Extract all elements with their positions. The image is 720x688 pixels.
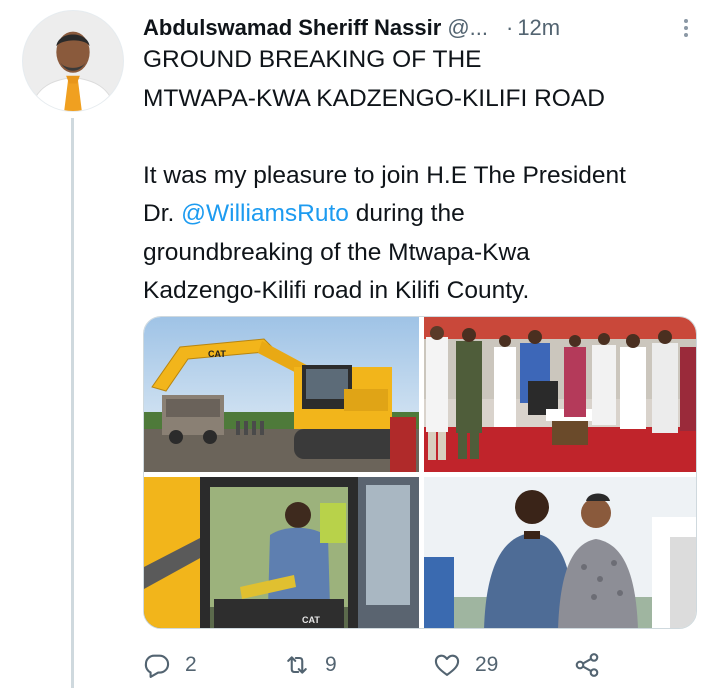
tweet-body-line: Dr. @WilliamsRuto during the <box>143 195 708 234</box>
header-separator: · <box>505 15 514 40</box>
like-button[interactable]: 29 <box>433 648 498 682</box>
like-count: 29 <box>475 653 499 676</box>
tweet-header: Abdulswamad Sheriff Nassir @... · 12m <box>143 12 720 44</box>
tweet-body-line: groundbreaking of the Mtwapa-Kwa <box>143 238 530 266</box>
avatar-photo <box>23 11 123 111</box>
body-text: Dr. <box>143 200 182 227</box>
cat-badge: CAT <box>302 615 320 625</box>
tweet-text: GROUND BREAKING OF THE MTWAPA-KWA KADZEN… <box>143 41 708 311</box>
body-text: during the <box>348 200 465 227</box>
more-vertical-icon[interactable] <box>676 12 696 44</box>
reply-icon <box>144 654 170 678</box>
tweet-body-line: Kadzengo-Kilifi road in Kilifi County. <box>143 277 530 304</box>
retweet-icon <box>287 656 307 674</box>
reply-count: 2 <box>185 653 197 676</box>
photo-excavator-cab[interactable]: CAT <box>144 477 419 628</box>
author-handle[interactable]: @... <box>447 15 488 41</box>
thread-connector-line <box>71 118 74 688</box>
photo-excavator[interactable]: CAT <box>144 317 419 472</box>
tweet-timestamp[interactable]: 12m <box>517 15 560 41</box>
tweet-title-line: MTWAPA-KWA KADZENGO-KILIFI ROAD <box>143 84 605 112</box>
reply-button[interactable]: 2 <box>143 648 197 682</box>
media-grid: CAT CAT <box>143 316 697 629</box>
tweet-actions: 2 9 29 <box>143 648 613 682</box>
photo-two-men[interactable] <box>424 477 696 628</box>
author-name[interactable]: Abdulswamad Sheriff Nassir <box>143 15 441 41</box>
heart-icon <box>434 654 460 676</box>
tweet-body-line: It was my pleasure to join H.E The Presi… <box>143 161 626 189</box>
retweet-count: 9 <box>325 653 337 676</box>
photo-dignitaries[interactable] <box>424 317 696 472</box>
cat-logo: CAT <box>208 349 226 359</box>
share-button[interactable] <box>573 648 601 682</box>
share-icon <box>575 653 599 677</box>
mention-link[interactable]: @WilliamsRuto <box>181 200 349 227</box>
retweet-button[interactable]: 9 <box>283 648 337 682</box>
tweet-title-line: GROUND BREAKING OF THE <box>143 46 482 73</box>
author-avatar[interactable] <box>22 10 124 112</box>
